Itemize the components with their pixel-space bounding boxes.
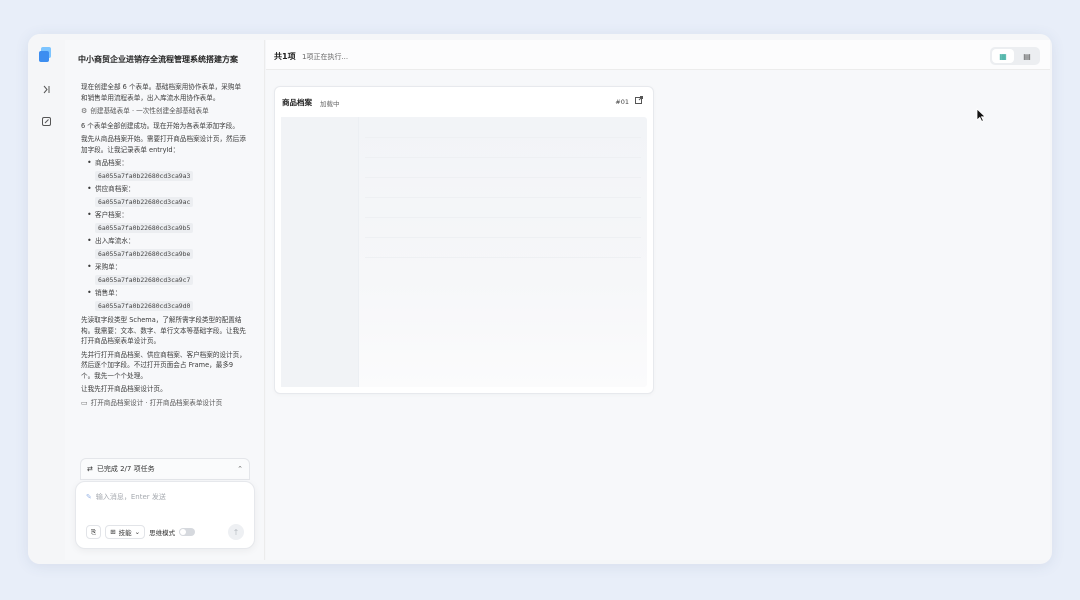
- task-count: 共1项: [274, 52, 296, 61]
- mouse-cursor-icon: [976, 108, 986, 122]
- form-name: 供应商档案：: [95, 185, 135, 193]
- message-text: 先读取字段类型 Schema，了解所需字段类型的配置结构。我需要：文本、数字、单…: [81, 316, 246, 345]
- mode-label: 思维模式: [149, 529, 176, 537]
- view-switch: ▦ ▤: [990, 47, 1040, 65]
- brush-icon: ✎: [86, 493, 92, 501]
- list-view-icon[interactable]: ▤: [1016, 49, 1038, 63]
- mode-toggle[interactable]: [179, 528, 196, 536]
- skill-select[interactable]: ⊞ 技能 ⌄: [105, 525, 146, 539]
- skill-label: 技能: [118, 529, 132, 537]
- tool-call[interactable]: ⚙ 创建基础表单 · 一次性创建全部基础表单: [81, 106, 246, 117]
- tool-call[interactable]: ▭ 打开商品档案设计 · 打开商品档案表单设计页: [81, 398, 246, 409]
- message-text: 让我先打开商品档案设计页。: [81, 385, 167, 393]
- list-item: • 商品档案： 6a055a7fa0b22680cd3ca9a3: [87, 158, 246, 181]
- form-id: 6a055a7fa0b22680cd3ca9c7: [95, 274, 194, 285]
- task-panel: 共1项 1项正在执行... ▦ ▤ 商品档案 加载中 #01: [266, 40, 1050, 560]
- left-rail: [28, 34, 65, 564]
- grid-icon: ⊞: [110, 528, 116, 536]
- card-preview: [281, 117, 647, 387]
- chat-messages: 现在创建全部 6 个表单。基础档案用协作表单，采购单和销售单用流程表单，出入库流…: [81, 82, 246, 452]
- chevron-up-icon: ⌃: [237, 465, 243, 473]
- task-summary: 已完成 2/7 项任务: [96, 465, 155, 473]
- composer-toolbar: ⎘ ⊞ 技能 ⌄ 思维模式: [86, 525, 196, 539]
- list-item: • 销售单： 6a055a7fa0b22680cd3ca9d0: [87, 288, 246, 311]
- task-panel-header: 共1项 1项正在执行... ▦ ▤: [266, 40, 1050, 70]
- tool-icon: ⚙: [81, 107, 88, 115]
- running-status: 1项正在执行...: [302, 53, 349, 61]
- task-card[interactable]: 商品档案 加载中 #01: [274, 86, 654, 394]
- form-name: 采购单：: [95, 263, 122, 271]
- form-id-list: • 商品档案： 6a055a7fa0b22680cd3ca9a3 • 供应商档案…: [87, 158, 246, 311]
- message-text: 6 个表单全部创建成功。现在开始为各表单添加字段。: [81, 121, 239, 130]
- form-id: 6a055a7fa0b22680cd3ca9be: [95, 248, 194, 259]
- message-text: 我先从商品档案开始。需要打开商品档案设计页，然后添加字段。让我记录表单 entr…: [81, 135, 246, 154]
- form-name: 出入库流水：: [95, 237, 135, 245]
- collapse-sidebar-icon[interactable]: [39, 82, 53, 96]
- message-input[interactable]: ✎ 输入消息，Enter 发送: [86, 492, 166, 502]
- form-id: 6a055a7fa0b22680cd3ca9ac: [95, 196, 194, 207]
- input-placeholder: 输入消息，Enter 发送: [95, 493, 166, 501]
- chevron-down-icon: ⌄: [134, 528, 141, 536]
- app-logo-icon: [39, 47, 51, 62]
- tool-call-label: 创建基础表单 · 一次性创建全部基础表单: [90, 107, 209, 115]
- list-item: • 采购单： 6a055a7fa0b22680cd3ca9c7: [87, 262, 246, 285]
- list-item: • 客户档案： 6a055a7fa0b22680cd3ca9b5: [87, 210, 246, 233]
- paperclip-icon: ⎘: [91, 527, 97, 536]
- card-status: 加载中: [320, 100, 340, 108]
- list-item: • 供应商档案： 6a055a7fa0b22680cd3ca9ac: [87, 184, 246, 207]
- app-window: 中小商贸企业进销存全流程管理系统搭建方案 现在创建全部 6 个表单。基础档案用协…: [28, 34, 1052, 564]
- tool-icon: ▭: [81, 398, 88, 407]
- message-text: 先并行打开商品档案、供应商档案、客户档案的设计页，然后逐个加字段。不过打开页面会…: [81, 350, 246, 380]
- grid-view-icon[interactable]: ▦: [992, 49, 1014, 63]
- form-id: 6a055a7fa0b22680cd3ca9a3: [95, 170, 194, 181]
- form-name: 销售单：: [95, 289, 122, 297]
- card-title: 商品档案: [282, 98, 312, 107]
- external-link-icon[interactable]: [635, 96, 643, 106]
- message-text: 现在创建全部 6 个表单。基础档案用协作表单，采购单和销售单用流程表单，出入库流…: [81, 83, 242, 102]
- send-button[interactable]: ↑: [228, 524, 244, 540]
- form-id: 6a055a7fa0b22680cd3ca9d0: [95, 300, 194, 311]
- task-progress-bar[interactable]: ⇄ 已完成 2/7 项任务 ⌃: [80, 458, 250, 480]
- attach-button[interactable]: ⎘: [86, 525, 102, 539]
- tool-call-label: 打开商品档案设计 · 打开商品档案表单设计页: [90, 398, 223, 407]
- form-name: 客户档案：: [95, 211, 128, 219]
- form-id: 6a055a7fa0b22680cd3ca9b5: [95, 222, 194, 233]
- card-index: #01: [615, 98, 629, 106]
- form-name: 商品档案：: [95, 159, 128, 167]
- list-item: • 出入库流水： 6a055a7fa0b22680cd3ca9be: [87, 236, 246, 259]
- arrow-up-icon: ↑: [232, 527, 240, 537]
- conversation-title: 中小商贸企业进销存全流程管理系统搭建方案: [78, 55, 238, 64]
- tasks-icon: ⇄: [87, 465, 93, 473]
- message-composer[interactable]: ✎ 输入消息，Enter 发送 ⎘ ⊞ 技能 ⌄ 思维模式 ↑: [75, 481, 255, 549]
- edit-icon[interactable]: [39, 114, 53, 128]
